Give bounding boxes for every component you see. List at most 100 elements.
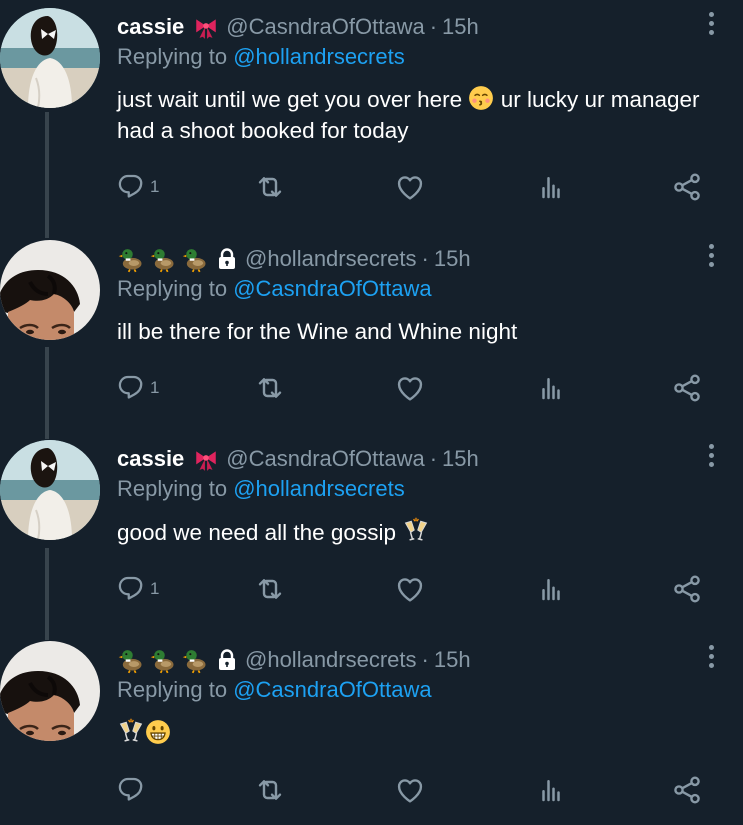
like-button[interactable]: [394, 371, 426, 405]
display-name-emojis[interactable]: [117, 245, 209, 273]
avatar-image: [0, 240, 100, 340]
display-name-emojis[interactable]: [117, 646, 209, 674]
tweet[interactable]: cassie @CasndraOfOttawa · 15h Replying t…: [0, 432, 743, 632]
reply-icon: [118, 775, 148, 805]
retweet-button[interactable]: [254, 371, 286, 405]
share-button[interactable]: [671, 773, 703, 807]
replying-to: Replying to @CasndraOfOttawa: [117, 276, 432, 302]
tweet[interactable]: cassie @CasndraOfOttawa · 15h Replying t…: [0, 0, 743, 230]
kissing-face-emoji-icon: [468, 85, 494, 111]
like-button[interactable]: [394, 572, 426, 606]
grinning-face-emoji-icon: [145, 719, 171, 745]
avatar[interactable]: [0, 440, 100, 540]
retweet-button[interactable]: [254, 773, 286, 807]
avatar-image: [0, 440, 100, 540]
retweet-button[interactable]: [254, 170, 286, 204]
share-icon: [671, 573, 703, 605]
duck-emoji-icon: [181, 245, 209, 273]
clinking-glasses-emoji-icon: [117, 717, 145, 745]
avatar[interactable]: [0, 641, 100, 741]
reply-icon: [118, 574, 148, 604]
analytics-button[interactable]: [536, 170, 566, 204]
analytics-button[interactable]: [536, 572, 566, 606]
reply-icon: [118, 373, 148, 403]
mention-link[interactable]: @hollandrsecrets: [233, 44, 405, 69]
reply-button[interactable]: 1: [118, 572, 159, 606]
replying-to: Replying to @CasndraOfOttawa: [117, 677, 432, 703]
avatar-image: [0, 641, 100, 741]
mention-link[interactable]: @CasndraOfOttawa: [233, 677, 431, 702]
action-bar: 1: [0, 170, 743, 204]
locked-account-icon: [215, 247, 239, 271]
like-button[interactable]: [394, 170, 426, 204]
share-icon: [671, 171, 703, 203]
reply-button[interactable]: 1: [118, 371, 159, 405]
analytics-icon: [536, 172, 566, 202]
more-vertical-icon[interactable]: [700, 8, 722, 38]
tweet-text: [117, 717, 717, 749]
reply-button[interactable]: [118, 773, 150, 807]
timestamp[interactable]: 15h: [442, 14, 479, 40]
duck-emoji-icon: [117, 646, 145, 674]
retweet-icon: [254, 171, 286, 203]
share-button[interactable]: [671, 371, 703, 405]
replying-prefix: Replying to: [117, 44, 228, 69]
share-button[interactable]: [671, 170, 703, 204]
retweet-button[interactable]: [254, 572, 286, 606]
heart-icon: [394, 573, 426, 605]
avatar[interactable]: [0, 240, 100, 340]
timestamp[interactable]: 15h: [434, 246, 471, 272]
user-handle[interactable]: @hollandrsecrets: [245, 647, 417, 673]
separator: ·: [421, 246, 429, 271]
ribbon-bow-icon: [192, 14, 220, 40]
display-name[interactable]: cassie: [117, 446, 184, 472]
heart-icon: [394, 774, 426, 806]
display-name[interactable]: cassie: [117, 14, 184, 40]
tweet[interactable]: @hollandrsecrets · 15h Replying to @Casn…: [0, 633, 743, 825]
timestamp[interactable]: 15h: [434, 647, 471, 673]
mention-link[interactable]: @hollandrsecrets: [233, 476, 405, 501]
timestamp[interactable]: 15h: [442, 446, 479, 472]
heart-icon: [394, 372, 426, 404]
user-handle[interactable]: @hollandrsecrets: [245, 246, 417, 272]
analytics-icon: [536, 775, 566, 805]
share-button[interactable]: [671, 572, 703, 606]
tweet-header: @hollandrsecrets · 15h: [117, 645, 471, 675]
more-vertical-icon[interactable]: [700, 240, 722, 270]
replying-prefix: Replying to: [117, 677, 228, 702]
analytics-icon: [536, 373, 566, 403]
duck-emoji-icon: [149, 245, 177, 273]
analytics-button[interactable]: [536, 371, 566, 405]
share-icon: [671, 774, 703, 806]
replying-prefix: Replying to: [117, 476, 228, 501]
tweet[interactable]: @hollandrsecrets · 15h Replying to @Casn…: [0, 232, 743, 432]
duck-emoji-icon: [181, 646, 209, 674]
tweet-header: @hollandrsecrets · 15h: [117, 244, 471, 274]
user-handle[interactable]: @CasndraOfOttawa: [226, 14, 424, 40]
tweet-text-part: good we need all the gossip: [117, 520, 396, 545]
replying-to: Replying to @hollandrsecrets: [117, 44, 405, 70]
tweet-text-part: ill be there for the Wine and Whine nigh…: [117, 319, 518, 344]
more-vertical-icon[interactable]: [700, 440, 722, 470]
clinking-glasses-emoji-icon: [402, 516, 430, 544]
avatar[interactable]: [0, 8, 100, 108]
user-handle[interactable]: @CasndraOfOttawa: [226, 446, 424, 472]
separator: ·: [429, 14, 438, 39]
retweet-icon: [254, 573, 286, 605]
replying-to: Replying to @hollandrsecrets: [117, 476, 405, 502]
reply-button[interactable]: 1: [118, 170, 159, 204]
separator: ·: [421, 647, 429, 672]
mention-link[interactable]: @CasndraOfOttawa: [233, 276, 431, 301]
reply-count: 1: [150, 378, 160, 397]
tweet-header: cassie @CasndraOfOttawa · 15h: [117, 12, 479, 42]
retweet-icon: [254, 774, 286, 806]
like-button[interactable]: [394, 773, 426, 807]
locked-account-icon: [215, 648, 239, 672]
tweet-thread: cassie @CasndraOfOttawa · 15h Replying t…: [0, 0, 743, 825]
analytics-button[interactable]: [536, 773, 566, 807]
more-vertical-icon[interactable]: [700, 641, 722, 671]
action-bar: [0, 773, 743, 807]
action-bar: 1: [0, 371, 743, 405]
heart-icon: [394, 171, 426, 203]
tweet-header: cassie @CasndraOfOttawa · 15h: [117, 444, 479, 474]
